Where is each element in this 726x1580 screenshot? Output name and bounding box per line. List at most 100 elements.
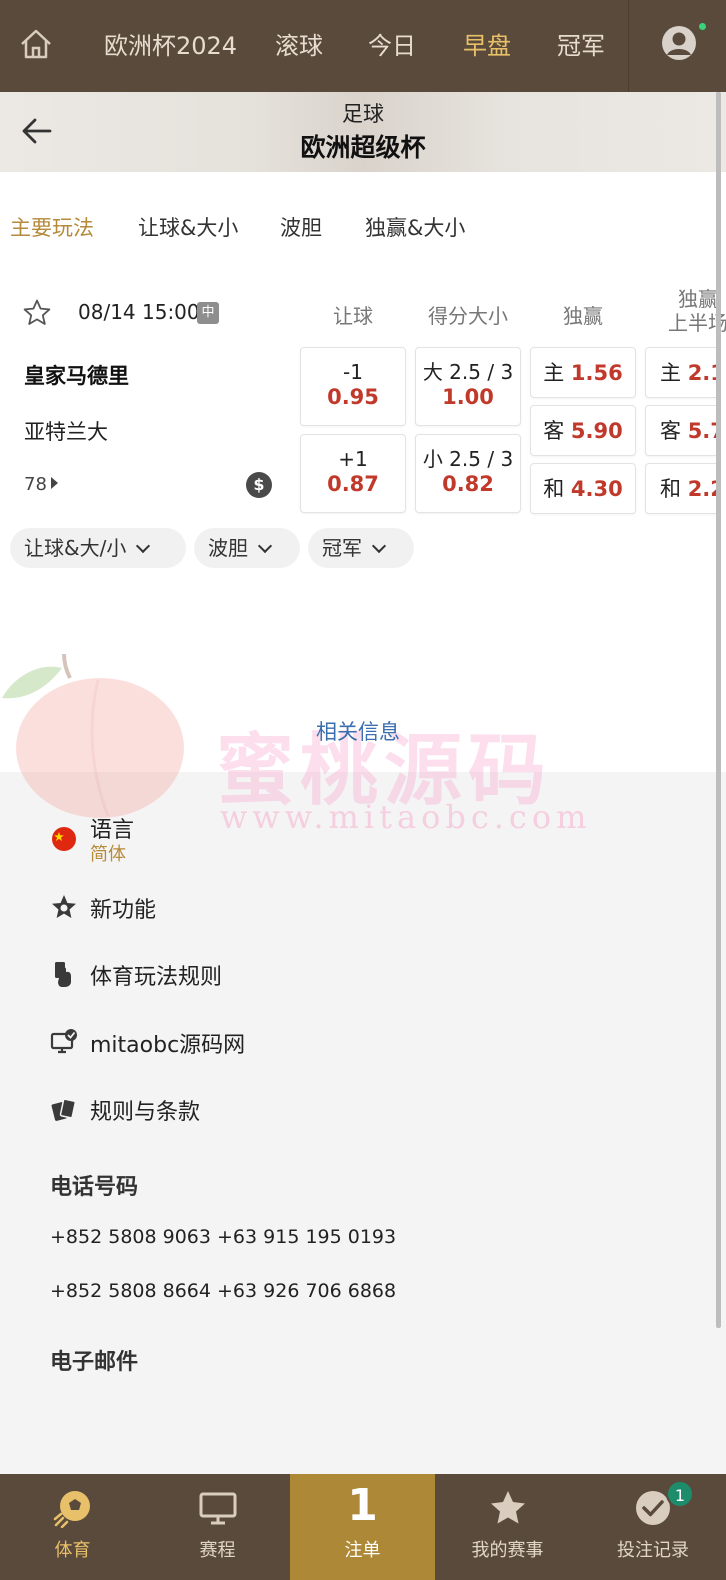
col-header-handicap: 让球 xyxy=(333,304,373,328)
moneyline-odds: 5.90 xyxy=(570,419,623,443)
odds-moneyline-draw[interactable]: 和 4.30 xyxy=(530,463,636,514)
chip-label: 冠军 xyxy=(322,536,362,560)
chip-handicap-total[interactable]: 让球&大/小 xyxy=(10,528,186,568)
market-tab-correct-score[interactable]: 波胆 xyxy=(280,212,322,242)
caret-right-icon xyxy=(50,477,58,489)
tab-euro-2024[interactable]: 欧洲杯2024 xyxy=(104,26,237,61)
odds-handicap-home[interactable]: -1 0.95 xyxy=(300,347,406,426)
odds-moneyline-half-away[interactable]: 客 5.7 xyxy=(645,405,716,456)
menu-mitaobc-site[interactable]: mitaobc源码网 xyxy=(90,1027,245,1059)
bottom-tab-bet-history[interactable]: 投注记录 xyxy=(580,1474,726,1580)
moneyline-odds: 4.30 xyxy=(570,477,623,501)
cards-icon xyxy=(51,1098,77,1121)
menu-terms[interactable]: 规则与条款 xyxy=(90,1094,200,1126)
moneyline-label: 和 xyxy=(543,477,565,501)
phone-number[interactable]: +63 915 195 0193 xyxy=(217,1226,396,1248)
monitor-check-icon xyxy=(50,1029,77,1054)
scrollbar[interactable] xyxy=(716,92,721,1328)
nav-divider xyxy=(628,0,629,92)
moneyline-half-label: 客 xyxy=(660,419,681,443)
monitor-icon xyxy=(199,1492,236,1525)
odds-total-under[interactable]: 小 2.5 / 3 0.82 xyxy=(415,434,521,513)
market-tab-main[interactable]: 主要玩法 xyxy=(10,212,94,242)
away-team: 亚特兰大 xyxy=(24,420,108,444)
total-line: 小 2.5 / 3 xyxy=(422,447,514,471)
bottom-tab-sports[interactable]: 体育 xyxy=(0,1474,145,1580)
new-feature-star-icon xyxy=(52,895,76,918)
top-nav: 欧洲杯2024 滚球 今日 早盘 冠军 xyxy=(0,0,726,92)
page: 欧洲杯2024 滚球 今日 早盘 冠军 足球 欧洲超级杯 主要玩法 让球&大小 … xyxy=(0,0,726,1580)
user-avatar-icon[interactable] xyxy=(660,24,698,62)
moneyline-half-label: 和 xyxy=(660,477,681,501)
bottom-tab-label: 我的赛事 xyxy=(471,1540,544,1561)
email-section-title: 电子邮件 xyxy=(50,1350,139,1375)
chip-label: 让球&大/小 xyxy=(24,536,127,560)
col-header-moneyline: 独赢 xyxy=(563,304,603,328)
phone-section-title: 电话号码 xyxy=(50,1175,139,1200)
odds-total-over[interactable]: 大 2.5 / 3 1.00 xyxy=(415,347,521,426)
phone-number[interactable]: +852 5808 8664 xyxy=(50,1280,211,1302)
odds-moneyline-half-draw[interactable]: 和 2.2 xyxy=(645,463,716,514)
neutral-badge: 中 xyxy=(197,302,219,324)
col-header-moneyline-half-line1: 独赢 xyxy=(678,287,718,311)
bottom-tab-label: 注单 xyxy=(344,1540,381,1561)
total-odds: 0.82 xyxy=(442,472,494,496)
chip-outright[interactable]: 冠军 xyxy=(308,528,414,568)
favorite-star-icon[interactable] xyxy=(22,298,52,328)
menu-sports-rules[interactable]: 体育玩法规则 xyxy=(90,959,222,991)
tab-early[interactable]: 早盘 xyxy=(463,26,511,61)
odds-handicap-away[interactable]: +1 0.87 xyxy=(300,434,406,513)
chip-correct-score[interactable]: 波胆 xyxy=(194,528,300,568)
more-bets-link[interactable]: 78 xyxy=(24,474,58,495)
handicap-line: +1 xyxy=(338,447,368,471)
col-header-moneyline-half: 独赢 上半场 xyxy=(645,287,726,335)
moneyline-odds: 1.56 xyxy=(570,361,623,385)
moneyline-half-odds: 2.2 xyxy=(687,477,716,501)
bottom-tab-bet-slip[interactable]: 1 注单 xyxy=(290,1474,435,1580)
handicap-odds: 0.87 xyxy=(327,472,379,496)
handicap-line: -1 xyxy=(343,360,363,384)
odds-moneyline-away[interactable]: 客 5.90 xyxy=(530,405,636,456)
chip-label: 波胆 xyxy=(208,536,248,560)
moneyline-half-odds: 5.7 xyxy=(687,419,716,443)
related-info-link[interactable]: 相关信息 xyxy=(0,716,716,746)
soccer-ball-icon xyxy=(53,1491,90,1528)
bottom-tab-schedule[interactable]: 赛程 xyxy=(145,1474,290,1580)
language-value[interactable]: 简体 xyxy=(90,840,126,866)
league-title: 欧洲超级杯 xyxy=(300,133,426,162)
odds-moneyline-home[interactable]: 主 1.56 xyxy=(530,347,636,398)
league-header: 足球 欧洲超级杯 xyxy=(0,92,726,172)
phone-number[interactable]: +63 926 706 6868 xyxy=(217,1280,396,1302)
moneyline-half-label: 主 xyxy=(660,361,681,385)
col-header-total: 得分大小 xyxy=(428,304,508,328)
tab-today[interactable]: 今日 xyxy=(368,26,416,61)
moneyline-label: 客 xyxy=(543,419,565,443)
col-header-moneyline-half-line2: 上半场 xyxy=(668,311,726,335)
bottom-nav: 体育 赛程 1 注单 我的赛事 投注记录 xyxy=(0,1474,726,1580)
total-odds: 1.00 xyxy=(442,385,494,409)
market-tab-handicap-total[interactable]: 让球&大小 xyxy=(138,212,238,242)
market-tab-moneyline-total[interactable]: 独赢&大小 xyxy=(365,212,465,242)
odds-moneyline-half-home[interactable]: 主 2.1 xyxy=(645,347,716,398)
star-icon xyxy=(490,1491,525,1524)
bet-history-badge: 1 xyxy=(666,1480,694,1508)
tab-live[interactable]: 滚球 xyxy=(275,26,323,61)
chevron-down-icon xyxy=(371,538,387,554)
rules-hand-icon xyxy=(55,962,71,987)
home-icon[interactable] xyxy=(18,26,54,62)
chevron-down-icon xyxy=(136,538,151,554)
bottom-tab-label: 赛程 xyxy=(199,1540,236,1561)
tab-outright[interactable]: 冠军 xyxy=(557,26,605,61)
watermark-url: www.mitaobc.com xyxy=(220,798,592,836)
home-team: 皇家马德里 xyxy=(24,364,129,388)
bet-slip-count: 1 xyxy=(347,1480,378,1531)
dollar-icon[interactable]: $ xyxy=(246,472,272,498)
bottom-tab-my-matches[interactable]: 我的赛事 xyxy=(435,1474,580,1580)
menu-new-features[interactable]: 新功能 xyxy=(90,892,156,924)
phone-number[interactable]: +852 5808 9063 xyxy=(50,1226,211,1248)
moneyline-half-odds: 2.1 xyxy=(687,361,716,385)
chevron-down-icon xyxy=(257,538,273,554)
bottom-tab-label: 体育 xyxy=(54,1540,91,1561)
moneyline-label: 主 xyxy=(543,361,565,385)
sport-title: 足球 xyxy=(342,102,384,126)
